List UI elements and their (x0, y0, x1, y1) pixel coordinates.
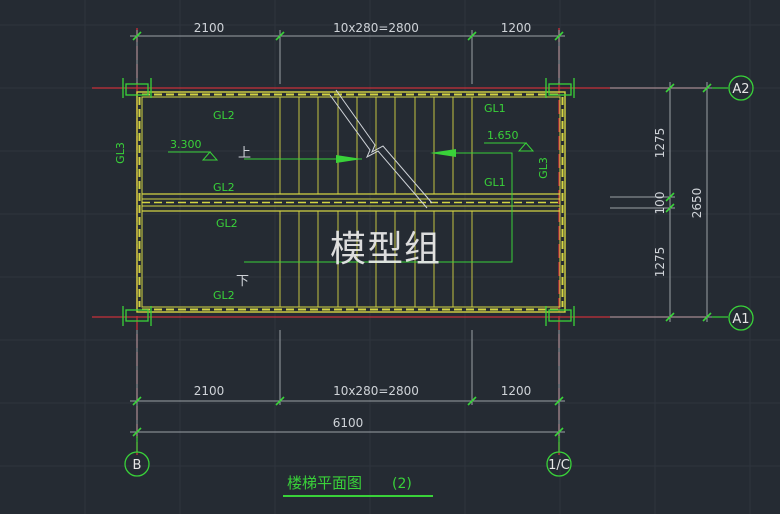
dim-top-mid: 10x280=2800 (333, 21, 419, 35)
title-underline (283, 495, 433, 497)
label-up: 上 (238, 146, 251, 161)
dim-right-mid: 100 (653, 192, 667, 215)
label-gl2-mid-upper: GL2 (213, 181, 235, 194)
dim-bottom-total: 6100 (333, 416, 364, 430)
label-gl1-top: GL1 (484, 102, 506, 115)
drawing-title-text: 楼梯平面图 (287, 474, 363, 492)
stair-break-line (329, 89, 433, 209)
label-elevation-left: 3.300 (170, 138, 202, 151)
axis-label-1c: 1/C (548, 458, 570, 473)
drawing-title-number: (2) (392, 476, 412, 492)
dim-bottom-right: 1200 (501, 384, 532, 398)
cad-drawing-viewport: A2 A1 B 1/C 2100 10x280=2800 1200 2100 1… (0, 0, 780, 514)
label-gl1-mid: GL1 (484, 176, 506, 189)
drawing-title: 楼梯平面图 (2) (287, 472, 412, 493)
watermark-text: 模型组 (330, 229, 442, 270)
steel-beams (136, 91, 566, 313)
axis-label-a1: A1 (732, 312, 749, 327)
dim-top-right: 1200 (501, 21, 532, 35)
axis-label-b: B (133, 458, 142, 473)
dim-right-lower: 1275 (653, 247, 667, 278)
arrow-up-icon (336, 155, 362, 163)
label-gl3-left: GL3 (114, 142, 127, 164)
label-down: 下 (236, 274, 249, 289)
dim-bottom-left: 2100 (194, 384, 225, 398)
dim-bottom-mid: 10x280=2800 (333, 384, 419, 398)
label-gl2-mid-lower: GL2 (216, 217, 238, 230)
dim-top-left: 2100 (194, 21, 225, 35)
axis-label-a2: A2 (732, 82, 749, 97)
label-gl2-bottom: GL2 (213, 289, 235, 302)
label-elevation-right: 1.650 (487, 129, 519, 142)
label-gl2-top: GL2 (213, 109, 235, 122)
dim-right-upper: 1275 (653, 128, 667, 159)
axis-leaders (136, 87, 728, 452)
top-dimension-lines (130, 30, 565, 84)
dim-right-total: 2650 (690, 188, 704, 219)
label-gl3-right: GL3 (537, 157, 550, 179)
